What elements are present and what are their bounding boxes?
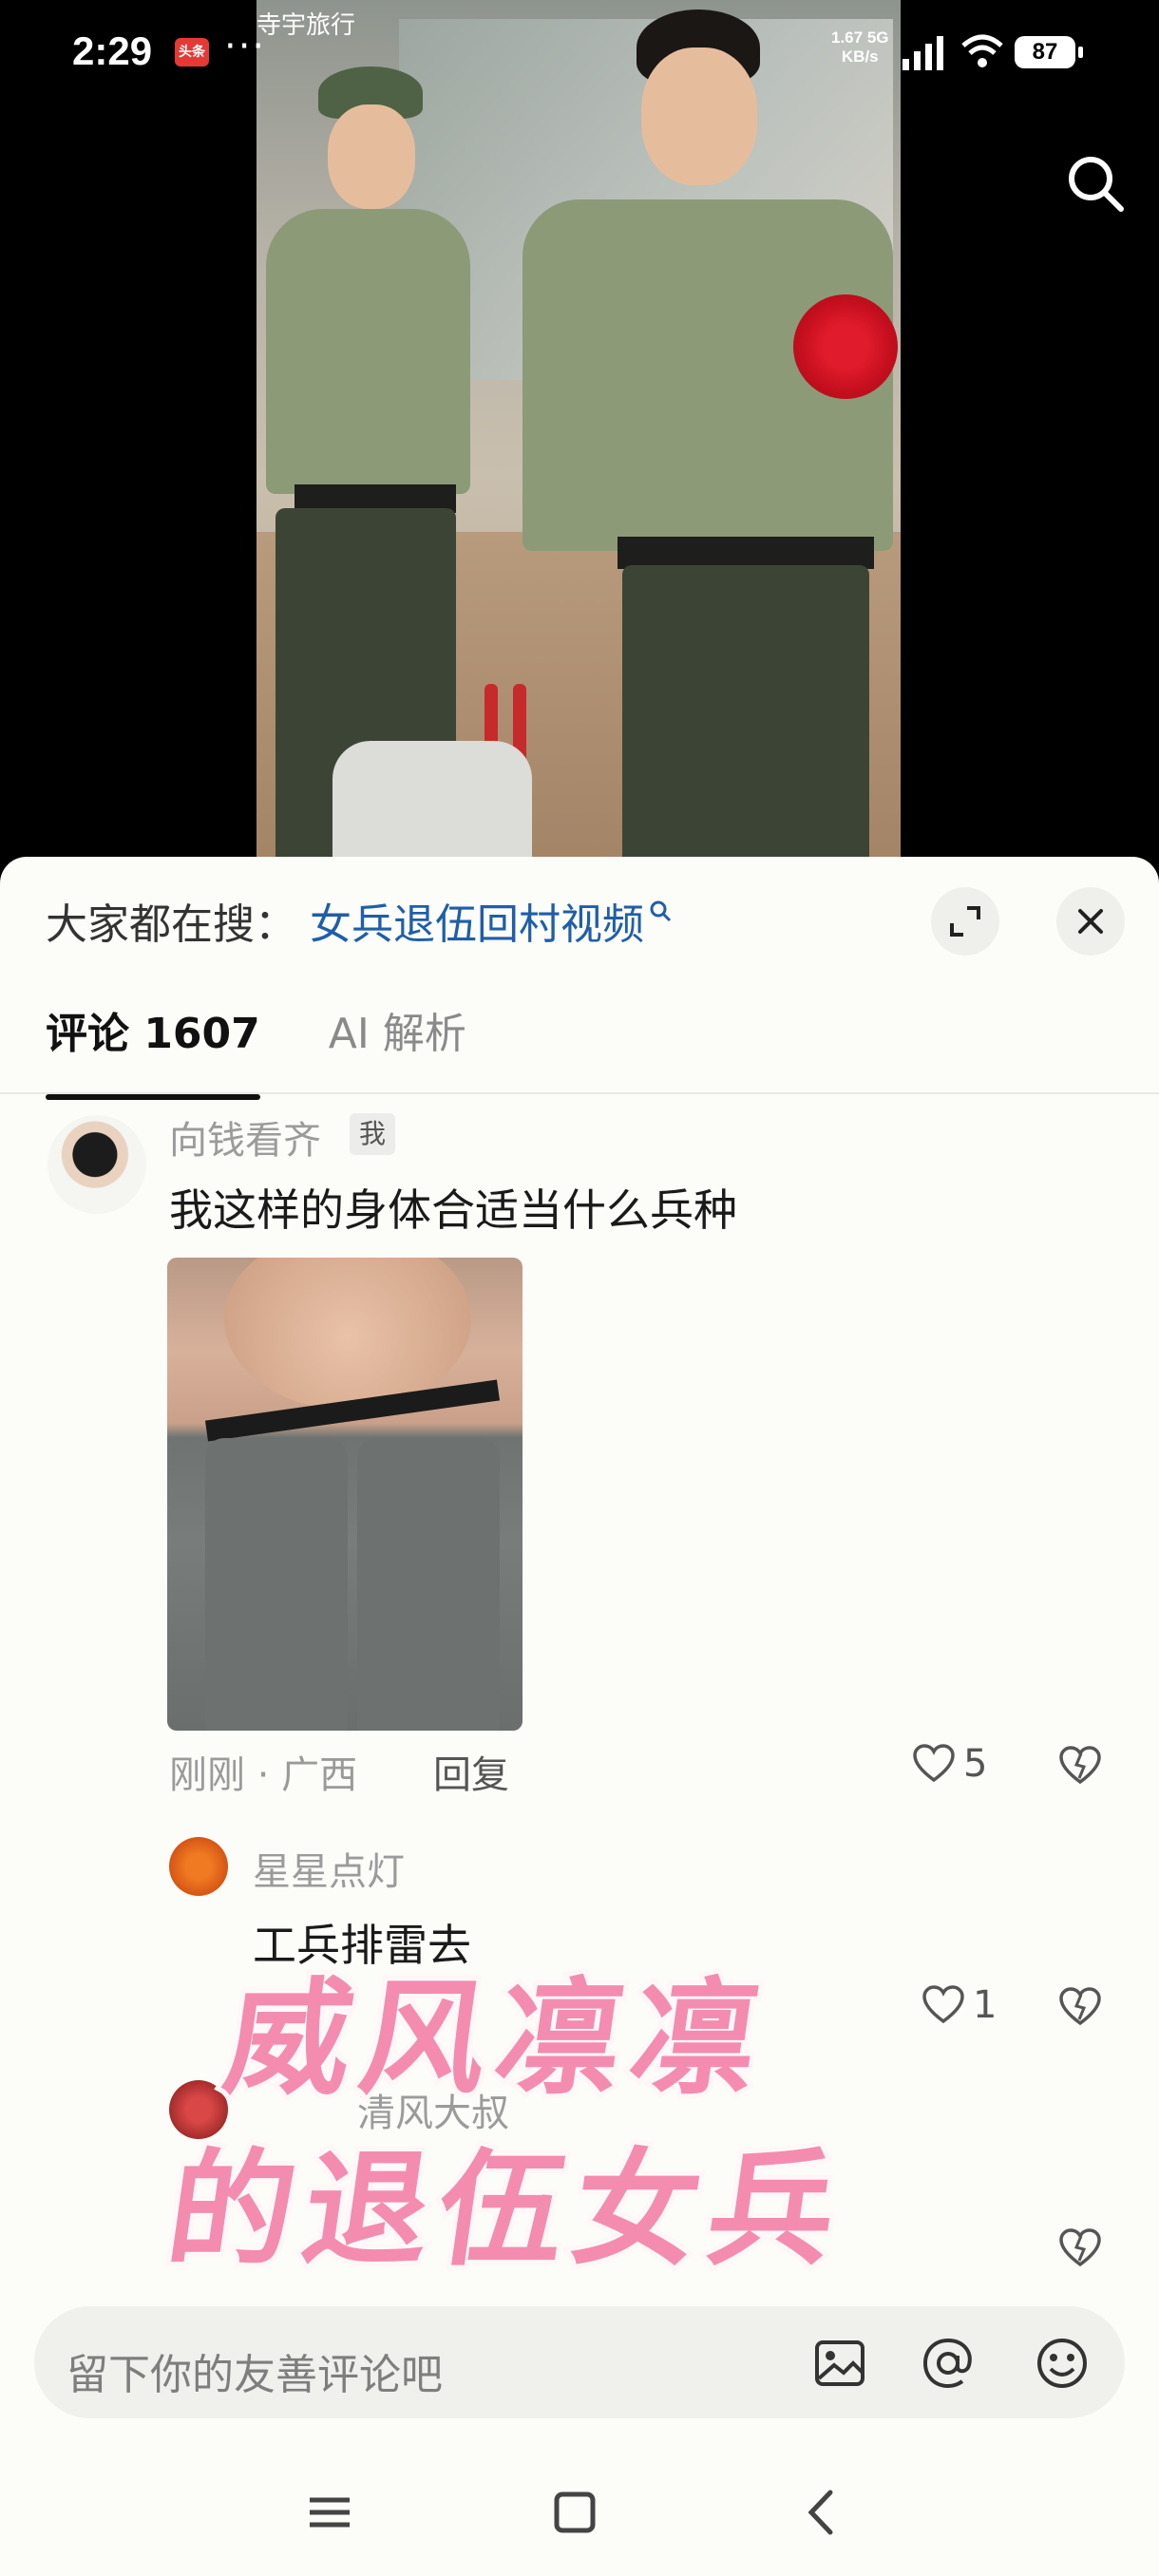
wifi-icon bbox=[961, 34, 1003, 67]
comment-text: 我这样的身体合适当什么兵种 bbox=[169, 1184, 737, 1236]
menu-icon[interactable] bbox=[296, 2479, 363, 2546]
comment-input[interactable]: 留下你的友善评论吧 bbox=[34, 2306, 1125, 2418]
like-count: 5 bbox=[963, 1742, 988, 1786]
image-icon[interactable] bbox=[811, 2335, 868, 2392]
dislike-icon[interactable] bbox=[1058, 2228, 1102, 2268]
avatar[interactable] bbox=[48, 1115, 146, 1214]
overlay-title-line1: 威风凛凛 bbox=[212, 1961, 782, 2117]
luggage-bag bbox=[332, 741, 532, 864]
signal-icon bbox=[902, 36, 943, 70]
trending-label: 大家都在搜： bbox=[46, 900, 296, 949]
video-frame bbox=[256, 0, 901, 864]
like-count: 1 bbox=[973, 1983, 998, 2027]
me-badge: 我 bbox=[350, 1113, 396, 1155]
trending-query-link[interactable]: 女兵退伍回村视频 bbox=[310, 890, 644, 951]
reply-button[interactable]: 回复 bbox=[433, 1744, 509, 1799]
like-button[interactable]: 1 bbox=[922, 1983, 997, 2027]
overlay-title-line2: 的退伍女兵 bbox=[155, 2132, 860, 2288]
heart-icon bbox=[922, 1985, 964, 2024]
comment-tabs: 评论 1607 AI 解析 bbox=[46, 999, 466, 1100]
video-top-caption: 寺宇旅行 bbox=[256, 11, 356, 40]
dislike-icon[interactable] bbox=[1058, 1746, 1102, 1786]
search-icon bbox=[650, 900, 672, 922]
search-icon[interactable] bbox=[1062, 150, 1129, 217]
comment-image[interactable] bbox=[167, 1258, 522, 1731]
close-button[interactable] bbox=[1056, 887, 1125, 956]
reply-username[interactable]: 星星点灯 bbox=[253, 1841, 405, 1896]
comment-username[interactable]: 向钱看齐 bbox=[169, 1109, 321, 1165]
close-icon bbox=[1078, 909, 1103, 934]
tab-comments[interactable]: 评论 1607 bbox=[46, 999, 260, 1100]
video-player[interactable]: 2:29 头条 ··· 寺宇旅行 1.67 5G KB/s 87 bbox=[0, 0, 1159, 864]
heart-icon bbox=[913, 1744, 955, 1783]
system-nav-bar bbox=[0, 2451, 1159, 2576]
status-bar: 2:29 头条 ··· 寺宇旅行 1.67 5G KB/s 87 bbox=[0, 0, 1159, 104]
status-time: 2:29 bbox=[72, 28, 153, 73]
emoji-icon[interactable] bbox=[1034, 2335, 1091, 2392]
avatar[interactable] bbox=[169, 1837, 228, 1896]
dislike-icon[interactable] bbox=[1058, 1987, 1102, 2027]
notification-app-icon: 头条 bbox=[175, 38, 209, 66]
comment-input-placeholder: 留下你的友善评论吧 bbox=[66, 2351, 443, 2399]
soldier-right bbox=[408, 9, 901, 864]
expand-icon bbox=[950, 906, 980, 937]
like-button[interactable]: 5 bbox=[912, 1742, 987, 1786]
tab-ai-analysis[interactable]: AI 解析 bbox=[329, 999, 466, 1060]
at-icon[interactable] bbox=[920, 2335, 977, 2392]
red-flower bbox=[793, 294, 898, 399]
expand-button[interactable] bbox=[931, 887, 999, 956]
network-speed: 1.67 5G KB/s bbox=[831, 28, 889, 66]
back-icon[interactable] bbox=[788, 2479, 855, 2546]
tab-divider bbox=[0, 1092, 1159, 1094]
battery-indicator: 87 bbox=[1015, 36, 1083, 68]
home-icon[interactable] bbox=[542, 2479, 608, 2546]
comment-meta: 刚刚 · 广西 bbox=[169, 1753, 358, 1797]
trending-search-bar: 大家都在搜： 女兵退伍回村视频 bbox=[46, 887, 673, 954]
